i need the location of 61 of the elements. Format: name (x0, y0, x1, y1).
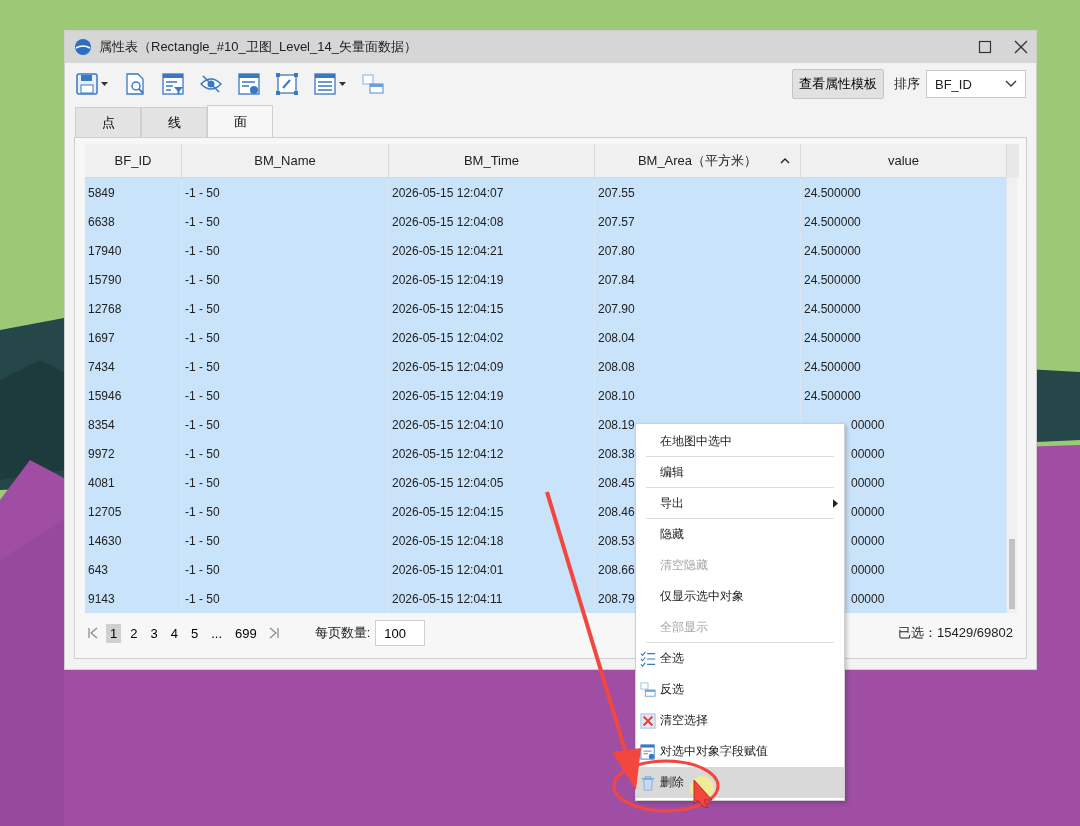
table-row[interactable]: 15790 -1 - 50 2026-05-15 12:04:19 207.84 24.500000 (85, 265, 1007, 294)
table-cell: 2026-05-15 12:04:11 (389, 584, 595, 613)
table-row[interactable]: 12768 -1 - 50 2026-05-15 12:04:15 207.90 24.500000 (85, 294, 1007, 323)
sort-ascending-icon (780, 157, 790, 164)
page-button[interactable]: 699 (231, 623, 261, 643)
edit-shape-icon[interactable] (275, 72, 299, 96)
submenu-arrow-icon (833, 499, 838, 508)
column-header[interactable]: BM_Name (182, 144, 389, 178)
close-icon[interactable] (1014, 40, 1028, 54)
maximize-icon[interactable] (978, 40, 992, 54)
column-header[interactable]: BM_Time (389, 144, 595, 178)
page-button[interactable]: 5 (186, 623, 203, 643)
trash-icon (640, 774, 656, 791)
header-corner (1007, 144, 1019, 178)
clear-x-icon (640, 712, 656, 729)
selected-count: 已选：15429/69802 (898, 624, 1013, 642)
table-row[interactable]: 1697 -1 - 50 2026-05-15 12:04:02 208.04 24.500000 (85, 323, 1007, 352)
column-header[interactable]: BM_Area（平方米） (595, 144, 801, 178)
list-dropdown-icon[interactable] (313, 72, 347, 96)
page-button[interactable]: 4 (166, 623, 182, 643)
table-row[interactable]: 5849 -1 - 50 2026-05-15 12:04:07 207.55 24.500000 (85, 178, 1007, 207)
menu-item[interactable]: 清空选择 (636, 705, 844, 736)
search-document-icon[interactable] (123, 72, 147, 96)
tab[interactable]: 面 (207, 105, 273, 137)
table-row[interactable]: 7434 -1 - 50 2026-05-15 12:04:09 208.08 24.500000 (85, 352, 1007, 381)
sort-label: 排序 (894, 75, 920, 93)
info-table-icon[interactable] (237, 72, 261, 96)
menu-item[interactable]: 全选 (636, 643, 844, 674)
window-title: 属性表（Rectangle_#10_卫图_Level_14_矢量面数据） (99, 38, 418, 56)
sort-dropdown[interactable]: BF_ID (926, 70, 1026, 98)
save-dropdown-icon[interactable] (75, 72, 109, 96)
windows-icon[interactable] (361, 72, 385, 96)
view-template-button[interactable]: 查看属性模板 (792, 69, 884, 99)
cursor-icon (693, 779, 713, 809)
table-row[interactable]: 17940 -1 - 50 2026-05-15 12:04:21 207.80 24.500000 (85, 236, 1007, 265)
scrollbar[interactable] (1007, 178, 1017, 613)
tab[interactable]: 点 (75, 107, 141, 137)
page-button[interactable]: 1 (106, 623, 122, 643)
page-button[interactable]: ... (207, 623, 226, 643)
app-logo-icon (73, 37, 93, 57)
page-button[interactable]: 2 (126, 623, 142, 643)
last-page-icon[interactable] (268, 627, 279, 639)
table-row[interactable]: 6638 -1 - 50 2026-05-15 12:04:08 207.57 24.500000 (85, 207, 1007, 236)
column-header[interactable]: value (801, 144, 1007, 178)
table-cell: 9143 (85, 584, 182, 613)
page-button[interactable]: 3 (146, 623, 162, 643)
info-table-icon (640, 743, 656, 760)
menu-item[interactable]: 删除 (636, 767, 844, 798)
chevron-down-icon (1005, 80, 1017, 88)
table-cell: -1 - 50 (182, 584, 389, 613)
windows-icon (640, 681, 656, 698)
menu-item[interactable]: 反选 (636, 674, 844, 705)
page-size-field[interactable]: 100 (375, 620, 426, 646)
menu-item[interactable]: 对选中对象字段赋值 (636, 736, 844, 767)
column-header[interactable]: BF_ID (85, 144, 182, 178)
tab[interactable]: 线 (141, 107, 207, 137)
page-size-label: 每页数量: (314, 624, 371, 642)
table-row[interactable]: 15946 -1 - 50 2026-05-15 12:04:19 208.10 24.500000 (85, 381, 1007, 410)
checklist-icon (640, 650, 656, 667)
filter-table-icon[interactable] (161, 72, 185, 96)
first-page-icon[interactable] (88, 627, 98, 639)
